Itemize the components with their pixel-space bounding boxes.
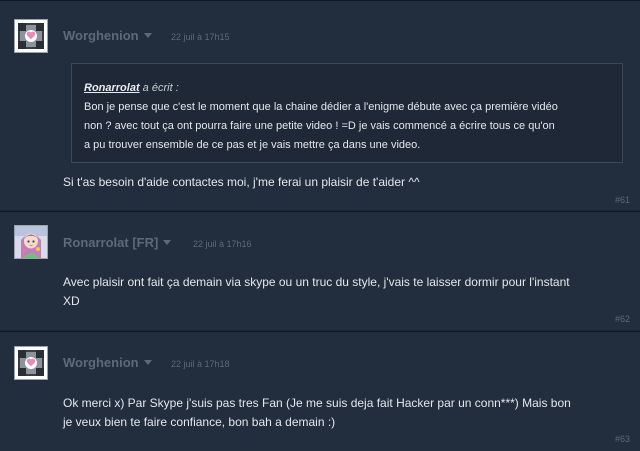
author-name[interactable]: Worghenion [63,28,139,43]
chevron-down-icon[interactable] [143,33,152,39]
chevron-down-icon[interactable] [143,360,152,366]
companion-cube-icon[interactable] [14,346,48,380]
author-name[interactable]: Worghenion [63,355,139,370]
quote-block: Ronarrolat a écrit : Bon je pense que c'… [71,63,623,163]
post-author[interactable]: Ronarrolat [FR] [63,235,172,250]
quote-wrote-label: a écrit : [139,82,179,94]
post-author[interactable]: Worghenion [63,355,152,370]
quote-text: Bon je pense que c'est le moment que la … [84,101,558,151]
quote-author[interactable]: Ronarrolat [84,82,140,94]
post-number[interactable]: #62 [615,314,630,324]
post-date: 22 juil à 17h16 [193,239,252,249]
post-date: 22 juil à 17h15 [171,32,230,42]
post-body: Avec plaisir ont fait ça demain via skyp… [63,275,570,308]
post-number[interactable]: #61 [615,195,630,205]
chevron-down-icon[interactable] [163,240,172,246]
post-date: 22 juil à 17h18 [171,359,230,369]
companion-cube-icon[interactable] [14,19,48,53]
author-name[interactable]: Ronarrolat [FR] [63,235,158,250]
forum-post: Worghenion 22 juil à 17h18 Ok merci x) P… [0,331,640,451]
post-author[interactable]: Worghenion [63,28,152,43]
anime-girl-avatar[interactable] [14,225,48,259]
forum-post: Ronarrolat [FR] 22 juil à 17h16 Avec pla… [0,211,640,330]
post-number[interactable]: #63 [615,434,630,444]
post-body: Ok merci x) Par Skype j'suis pas tres Fa… [63,396,571,429]
post-body: Si t'as besoin d'aide contactes moi, j'm… [63,175,420,189]
forum-post: Worghenion 22 juil à 17h15 Ronarrolat a … [0,0,640,210]
